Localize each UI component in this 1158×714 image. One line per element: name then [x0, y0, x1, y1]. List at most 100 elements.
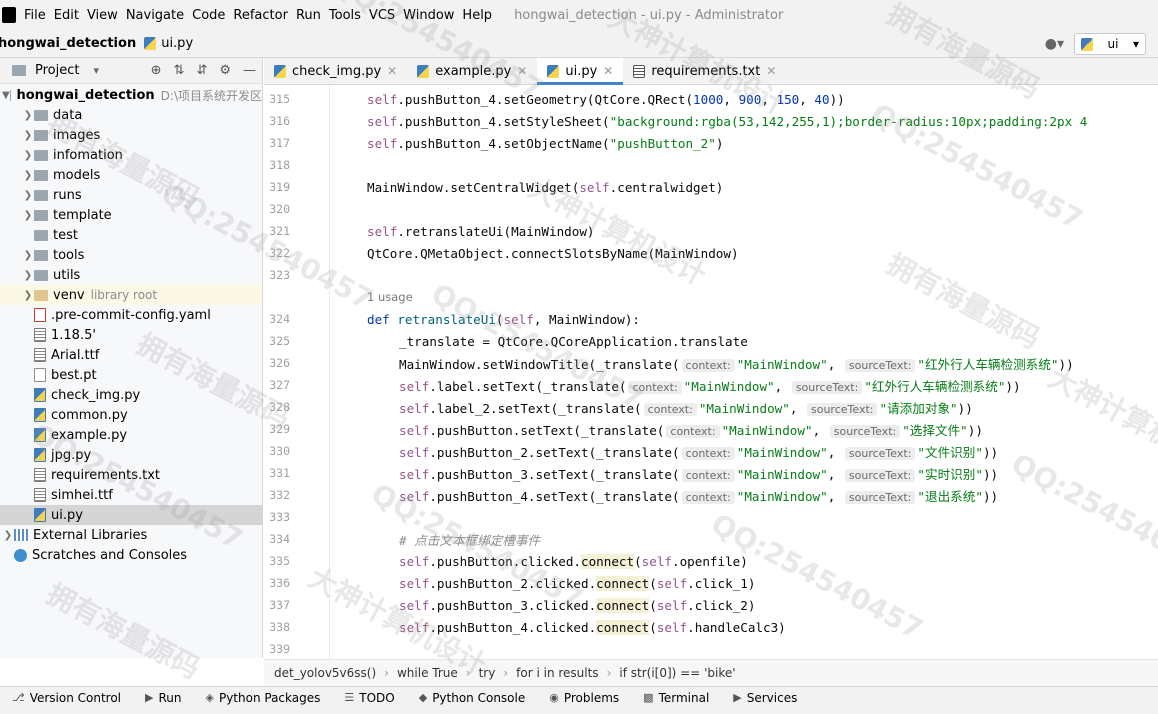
- hide-icon[interactable]: —: [243, 63, 256, 78]
- tab-check-img[interactable]: check_img.py ✕: [264, 58, 407, 84]
- chevron-down-icon[interactable]: ▾: [93, 64, 99, 77]
- menu-run[interactable]: Run: [292, 8, 325, 23]
- tree-item[interactable]: 1.18.5': [0, 325, 262, 345]
- chevron-down-icon: ▾: [1132, 37, 1139, 51]
- chevron-right-icon[interactable]: ❯: [22, 130, 34, 141]
- project-view-selector[interactable]: Project: [35, 63, 79, 78]
- menu-refactor[interactable]: Refactor: [229, 8, 292, 23]
- tree-item[interactable]: ❯ data: [0, 105, 262, 125]
- line-number: 321: [269, 224, 290, 238]
- close-icon[interactable]: ✕: [387, 64, 397, 78]
- code-line: 321 self.retranslateUi(MainWindow): [264, 220, 1158, 242]
- menu-edit[interactable]: Edit: [50, 8, 83, 23]
- chevron-right-icon[interactable]: ❯: [22, 270, 34, 281]
- tree-item[interactable]: requirements.txt: [0, 465, 262, 485]
- tree-item[interactable]: check_img.py: [0, 385, 262, 405]
- problems-button[interactable]: ◉ Problems: [537, 691, 631, 705]
- gear-icon[interactable]: ⚙: [219, 63, 231, 78]
- services-button[interactable]: ▶ Services: [721, 691, 809, 705]
- tree-item[interactable]: ❯ template: [0, 205, 262, 225]
- chevron-right-icon[interactable]: ❯: [22, 290, 34, 301]
- menu-tools[interactable]: Tools: [325, 8, 365, 23]
- code-editor[interactable]: 315 self.pushButton_4.setGeometry(QtCore.…: [264, 86, 1158, 659]
- tree-item[interactable]: test: [0, 225, 262, 245]
- chevron-right-icon[interactable]: ❯: [22, 250, 34, 261]
- breadcrumb-project[interactable]: hongwai_detection: [0, 36, 136, 51]
- breadcrumb-file-label: ui.py: [161, 36, 194, 51]
- code-line: 316 self.pushButton_4.setStyleSheet("back…: [264, 110, 1158, 132]
- tree-item-label: Scratches and Consoles: [32, 547, 188, 563]
- chevron-right-icon[interactable]: ❯: [22, 110, 34, 121]
- locate-icon[interactable]: ⊕: [151, 63, 162, 78]
- menu-view[interactable]: View: [83, 8, 122, 23]
- python-packages-button[interactable]: ◈ Python Packages: [194, 691, 333, 705]
- breadcrumb-item[interactable]: while True: [397, 666, 458, 680]
- menu-vcs[interactable]: VCS: [365, 8, 399, 23]
- code-text: self.pushButton_4.setObjectName("pushBut…: [367, 135, 724, 151]
- chevron-right-icon[interactable]: ❯: [22, 190, 34, 201]
- code-line: 335 self.pushButton.clicked.connect(self.…: [264, 550, 1158, 572]
- tree-item[interactable]: ❯ images: [0, 125, 262, 145]
- tree-item[interactable]: simhei.ttf: [0, 485, 262, 505]
- run-button[interactable]: ▶ Run: [133, 691, 193, 705]
- tree-root[interactable]: ▼ hongwai_detection D:\项目系统开发区: [0, 85, 262, 105]
- tree-item[interactable]: ❯ tools: [0, 245, 262, 265]
- close-icon[interactable]: ✕: [603, 64, 613, 78]
- tree-item-venv[interactable]: ❯ venv library root: [0, 285, 262, 305]
- menu-window[interactable]: Window: [399, 8, 458, 23]
- tree-item[interactable]: jpg.py: [0, 445, 262, 465]
- breadcrumb-item[interactable]: if str(i[0]) == 'bike': [619, 666, 735, 680]
- tree-item[interactable]: best.pt: [0, 365, 262, 385]
- chevron-right-icon[interactable]: ❯: [2, 530, 14, 541]
- menu-navigate[interactable]: Navigate: [122, 8, 188, 23]
- code-line: 331 self.pushButton_3.setText(_translate(…: [264, 462, 1158, 484]
- breadcrumb-item[interactable]: for i in results: [516, 666, 598, 680]
- tree-item-selected[interactable]: ui.py: [0, 505, 262, 525]
- close-icon[interactable]: ✕: [766, 64, 776, 78]
- user-icon[interactable]: ●▾: [1045, 36, 1064, 52]
- tree-item[interactable]: ❯ runs: [0, 185, 262, 205]
- run-config-select[interactable]: ui ▾: [1074, 33, 1146, 55]
- breadcrumb-file[interactable]: ui.py: [144, 36, 193, 51]
- tree-item[interactable]: example.py: [0, 425, 262, 445]
- expand-all-icon[interactable]: ⇅: [174, 63, 185, 78]
- navigation-bar: hongwai_detection ui.py ●▾ ui ▾: [0, 30, 1158, 58]
- tree-item[interactable]: ❯ utils: [0, 265, 262, 285]
- close-icon[interactable]: ✕: [517, 64, 527, 78]
- tab-requirements[interactable]: requirements.txt ✕: [623, 58, 786, 84]
- code-line: 326 MainWindow.setWindowTitle(_translate(…: [264, 352, 1158, 374]
- menu-help[interactable]: Help: [458, 8, 496, 23]
- folder-icon: [34, 149, 48, 161]
- tree-item[interactable]: Arial.ttf: [0, 345, 262, 365]
- code-text: self.pushButton_4.setGeometry(QtCore.QRe…: [367, 91, 845, 107]
- breadcrumb-item[interactable]: try: [479, 666, 496, 680]
- tree-scratches[interactable]: Scratches and Consoles: [0, 545, 262, 565]
- chevron-down-icon[interactable]: ▼: [2, 90, 10, 101]
- line-number: 336: [269, 576, 290, 590]
- tree-item[interactable]: ❯ infomation: [0, 145, 262, 165]
- menu-file[interactable]: File: [20, 8, 50, 23]
- chevron-right-icon[interactable]: ❯: [22, 150, 34, 161]
- python-console-button[interactable]: ◆ Python Console: [407, 691, 538, 705]
- usage-hint[interactable]: 1 usage: [367, 290, 413, 304]
- tree-item-label: infomation: [53, 147, 123, 163]
- version-control-button[interactable]: ⎇ Version Control: [0, 691, 133, 705]
- folder-icon: [34, 269, 48, 281]
- tree-item-label: 1.18.5': [51, 327, 96, 343]
- code-line: 339: [264, 638, 1158, 659]
- tree-item[interactable]: common.py: [0, 405, 262, 425]
- todo-button[interactable]: ☰ TODO: [332, 691, 406, 705]
- tree-item[interactable]: .pre-commit-config.yaml: [0, 305, 262, 325]
- menu-code[interactable]: Code: [188, 8, 229, 23]
- code-line: 338 self.pushButton_4.clicked.connect(sel…: [264, 616, 1158, 638]
- terminal-button[interactable]: ▩ Terminal: [631, 691, 721, 705]
- tab-example[interactable]: example.py ✕: [407, 58, 537, 84]
- text-file-icon: [633, 64, 646, 78]
- breadcrumb-item[interactable]: det_yolov5v6ss(): [274, 666, 376, 680]
- chevron-right-icon[interactable]: ❯: [22, 170, 34, 181]
- collapse-all-icon[interactable]: ⇵: [196, 63, 207, 78]
- tab-ui[interactable]: ui.py ✕: [537, 58, 624, 85]
- tree-item[interactable]: ❯ models: [0, 165, 262, 185]
- chevron-right-icon[interactable]: ❯: [22, 210, 34, 221]
- tree-external-libraries[interactable]: ❯ External Libraries: [0, 525, 262, 545]
